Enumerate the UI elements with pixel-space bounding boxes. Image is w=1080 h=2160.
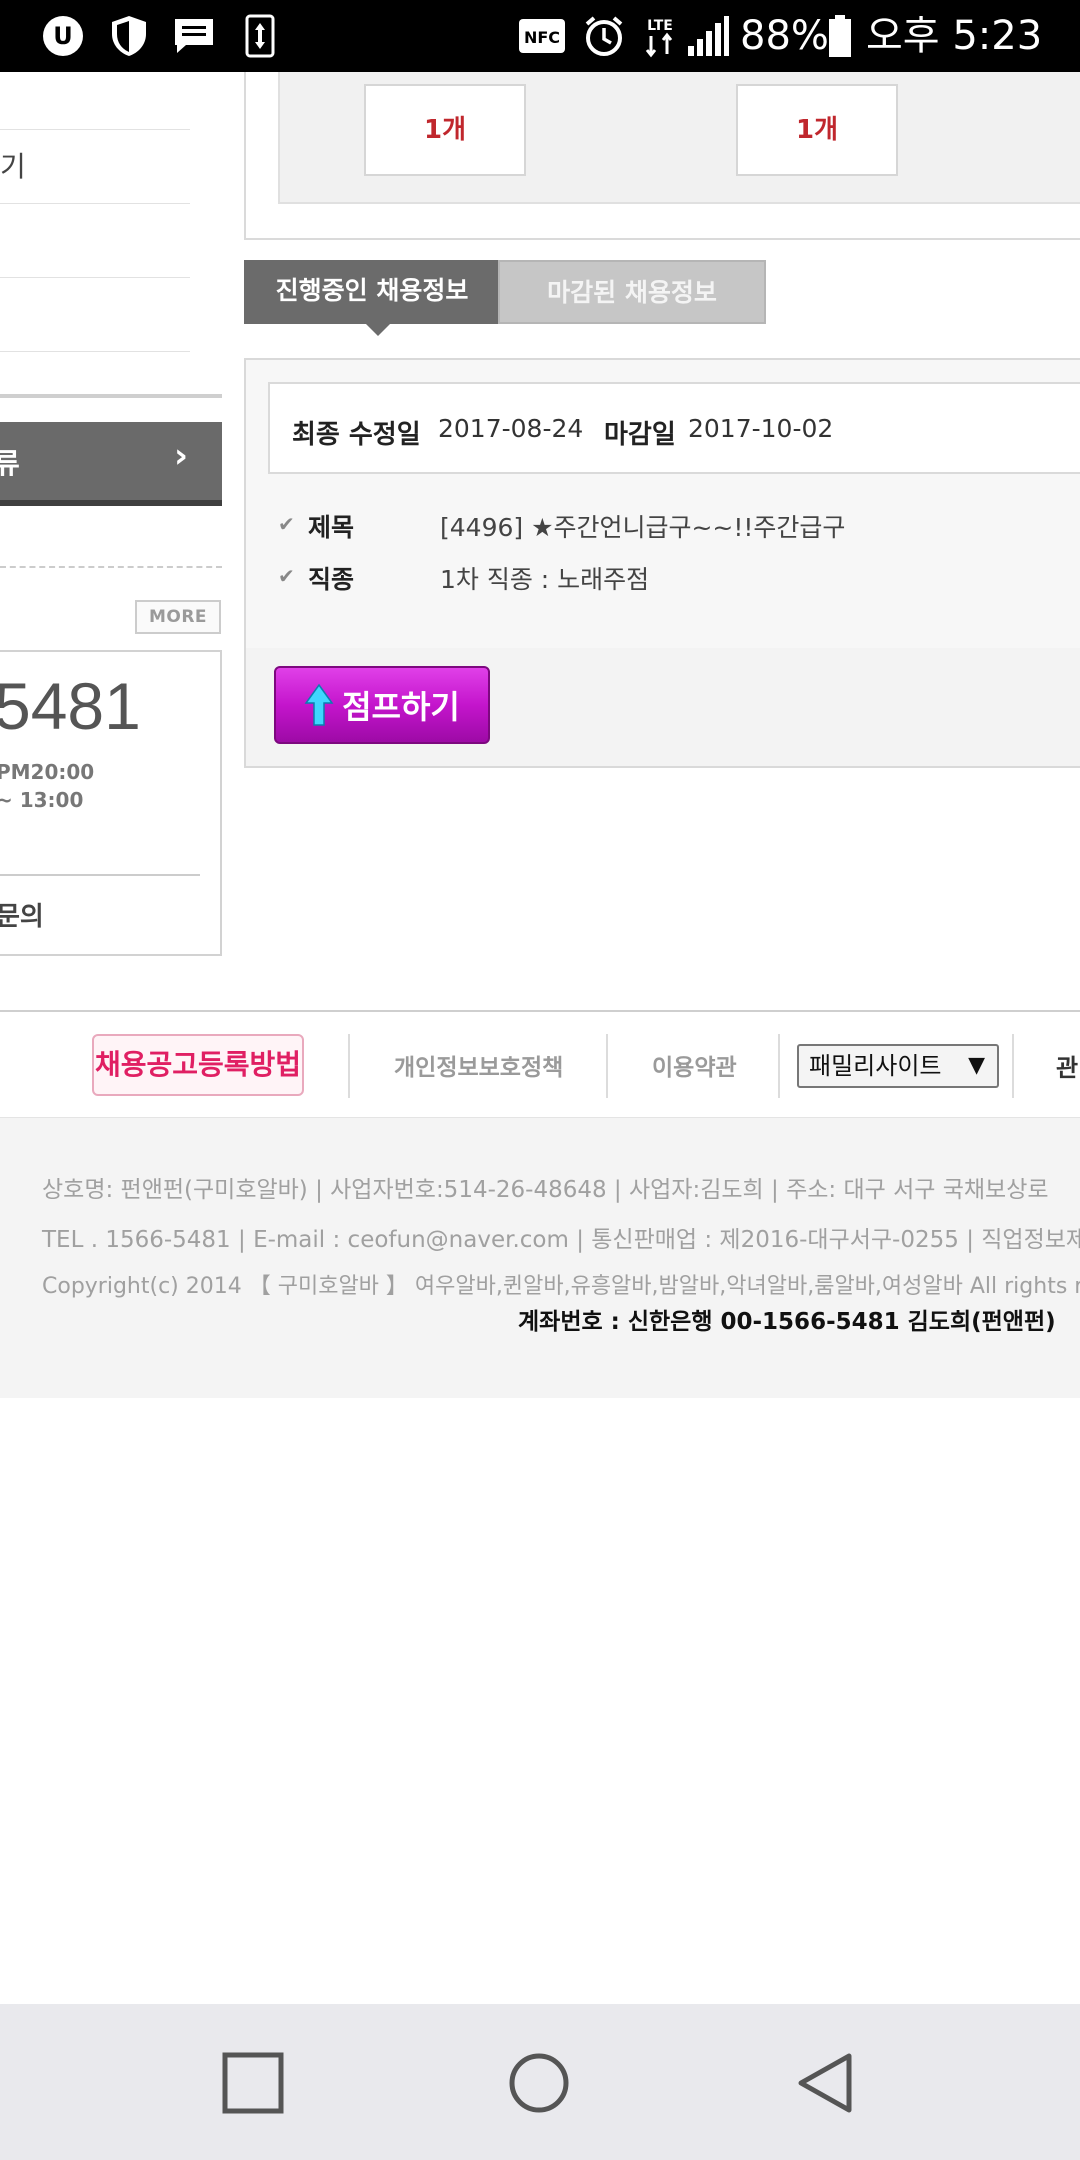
message-icon: [172, 14, 216, 58]
modified-date-value: 2017-08-24: [438, 414, 584, 443]
cs-hours-weekend: ~ 13:00: [0, 788, 84, 812]
sidebar-item[interactable]: [0, 204, 190, 278]
terms-link[interactable]: 이용약관: [652, 1048, 737, 1082]
job-title-label: 제목: [308, 513, 355, 542]
company-line-1: 상호명: 펀앤펀(구미호알바) | 사업자번호:514-26-48648 | 사…: [42, 1177, 1049, 1203]
footer-divider: [1012, 1034, 1014, 1098]
recents-button[interactable]: [218, 2048, 288, 2118]
cs-hours-note: ): [0, 822, 1, 847]
alarm-icon: [582, 14, 626, 58]
company-line-2: TEL . 1566-5481 | E-mail : ceofun@naver.…: [42, 1227, 1080, 1253]
battery-icon: [828, 14, 852, 58]
sidebar-dark-button-label: 류: [0, 447, 20, 480]
job-dates: 최종 수정일 2017-08-24 마감일 2017-10-02: [268, 382, 1080, 474]
copyright-line: Copyright(c) 2014 【 구미호알바 】 여우알바,퀸알바,유흥알…: [42, 1274, 1080, 1299]
data-transfer-icon: [244, 14, 276, 58]
lte-icon: LTE: [642, 14, 678, 58]
count-box[interactable]: 1개: [736, 84, 898, 176]
square-icon: [222, 2052, 284, 2114]
family-site-select[interactable]: 패밀리사이트 ▼: [797, 1044, 999, 1088]
job-category-label: 직종: [308, 565, 355, 594]
sidebar-item[interactable]: 기: [0, 130, 190, 204]
tab-active-jobs[interactable]: 진행중인 채용정보: [244, 260, 500, 336]
uplus-icon: U: [40, 14, 86, 58]
sidebar-item[interactable]: [0, 72, 190, 130]
job-title-value[interactable]: [4496] ★주간언니급구~~!!주간급구: [440, 508, 845, 544]
job-category-value: 1차 직종 : 노래주점: [440, 565, 650, 594]
job-listing-panel: 최종 수정일 2017-08-24 마감일 2017-10-02 ✔ 제목 [4…: [244, 358, 1080, 768]
home-button[interactable]: [504, 2048, 574, 2118]
count-box[interactable]: 1개: [364, 84, 526, 176]
customer-center-box: 5481 PM20:00 ~ 13:00 ) 문의: [0, 650, 222, 956]
arrow-up-icon: [304, 683, 334, 726]
jump-button[interactable]: 점프하기: [274, 666, 490, 744]
svg-text:NFC: NFC: [524, 28, 560, 47]
triangle-back-icon: [798, 2053, 852, 2113]
family-site-label: 패밀리사이트: [809, 1052, 942, 1080]
cs-phone-number: 5481: [0, 669, 141, 743]
footer-link-clipped[interactable]: 관: [1056, 1048, 1078, 1083]
cs-divider: [0, 874, 200, 876]
jump-area: 점프하기: [246, 648, 1080, 766]
circle-icon: [509, 2053, 569, 2113]
privacy-policy-link[interactable]: 개인정보보호정책: [394, 1048, 563, 1082]
footer-divider: [606, 1034, 608, 1098]
left-sidebar: 기 류 › MORE 5481 PM20:00 ~ 13:00 ) 문의: [0, 72, 224, 956]
cs-hours-weekday: PM20:00: [0, 760, 95, 784]
back-button[interactable]: [790, 2048, 860, 2118]
bank-account: 계좌번호 : 신한은행 00-1566-5481 김도희(펀앤펀): [518, 1309, 1056, 1335]
modified-date-label: 최종 수정일: [292, 420, 421, 450]
footer-divider: [348, 1034, 350, 1098]
deadline-value: 2017-10-02: [688, 414, 834, 443]
clock: 오후 5:23: [866, 13, 1043, 59]
dropdown-arrow-icon: ▼: [968, 1053, 985, 1078]
check-icon: ✔: [278, 564, 295, 588]
battery-percent: 88%: [740, 13, 829, 59]
sidebar-item[interactable]: [0, 278, 190, 352]
navigation-bar: [0, 2004, 1080, 2160]
deadline-label: 마감일: [604, 420, 676, 450]
footer-links: 채용공고등록방법 개인정보보호정책 이용약관 패밀리사이트 ▼ 관: [0, 1010, 1080, 1118]
svg-text:LTE: LTE: [647, 18, 673, 34]
footer-divider: [778, 1034, 780, 1098]
sidebar-dark-button[interactable]: 류 ›: [0, 422, 222, 506]
cs-inquiry-link[interactable]: 문의: [0, 896, 44, 933]
count-summary-inner: 1개 1개: [278, 72, 1080, 204]
sidebar-dashed-divider: [0, 566, 222, 568]
signal-icon: [686, 14, 730, 58]
nfc-icon: NFC: [518, 14, 566, 58]
check-icon: ✔: [278, 512, 295, 536]
company-info: 상호명: 펀앤펀(구미호알바) | 사업자번호:514-26-48648 | 사…: [0, 1118, 1080, 1398]
more-button[interactable]: MORE: [135, 600, 221, 634]
chevron-right-icon: ›: [173, 436, 188, 476]
tab-closed-jobs[interactable]: 마감된 채용정보: [498, 260, 766, 324]
sidebar-divider: [0, 394, 222, 398]
shield-icon: [108, 14, 150, 58]
svg-text:U: U: [53, 22, 73, 50]
register-guide-button[interactable]: 채용공고등록방법: [92, 1034, 304, 1096]
count-summary: 1개 1개: [244, 72, 1080, 240]
jump-button-label: 점프하기: [342, 688, 460, 726]
status-bar: U NFC LTE 88% 오후 5:23: [0, 0, 1080, 72]
